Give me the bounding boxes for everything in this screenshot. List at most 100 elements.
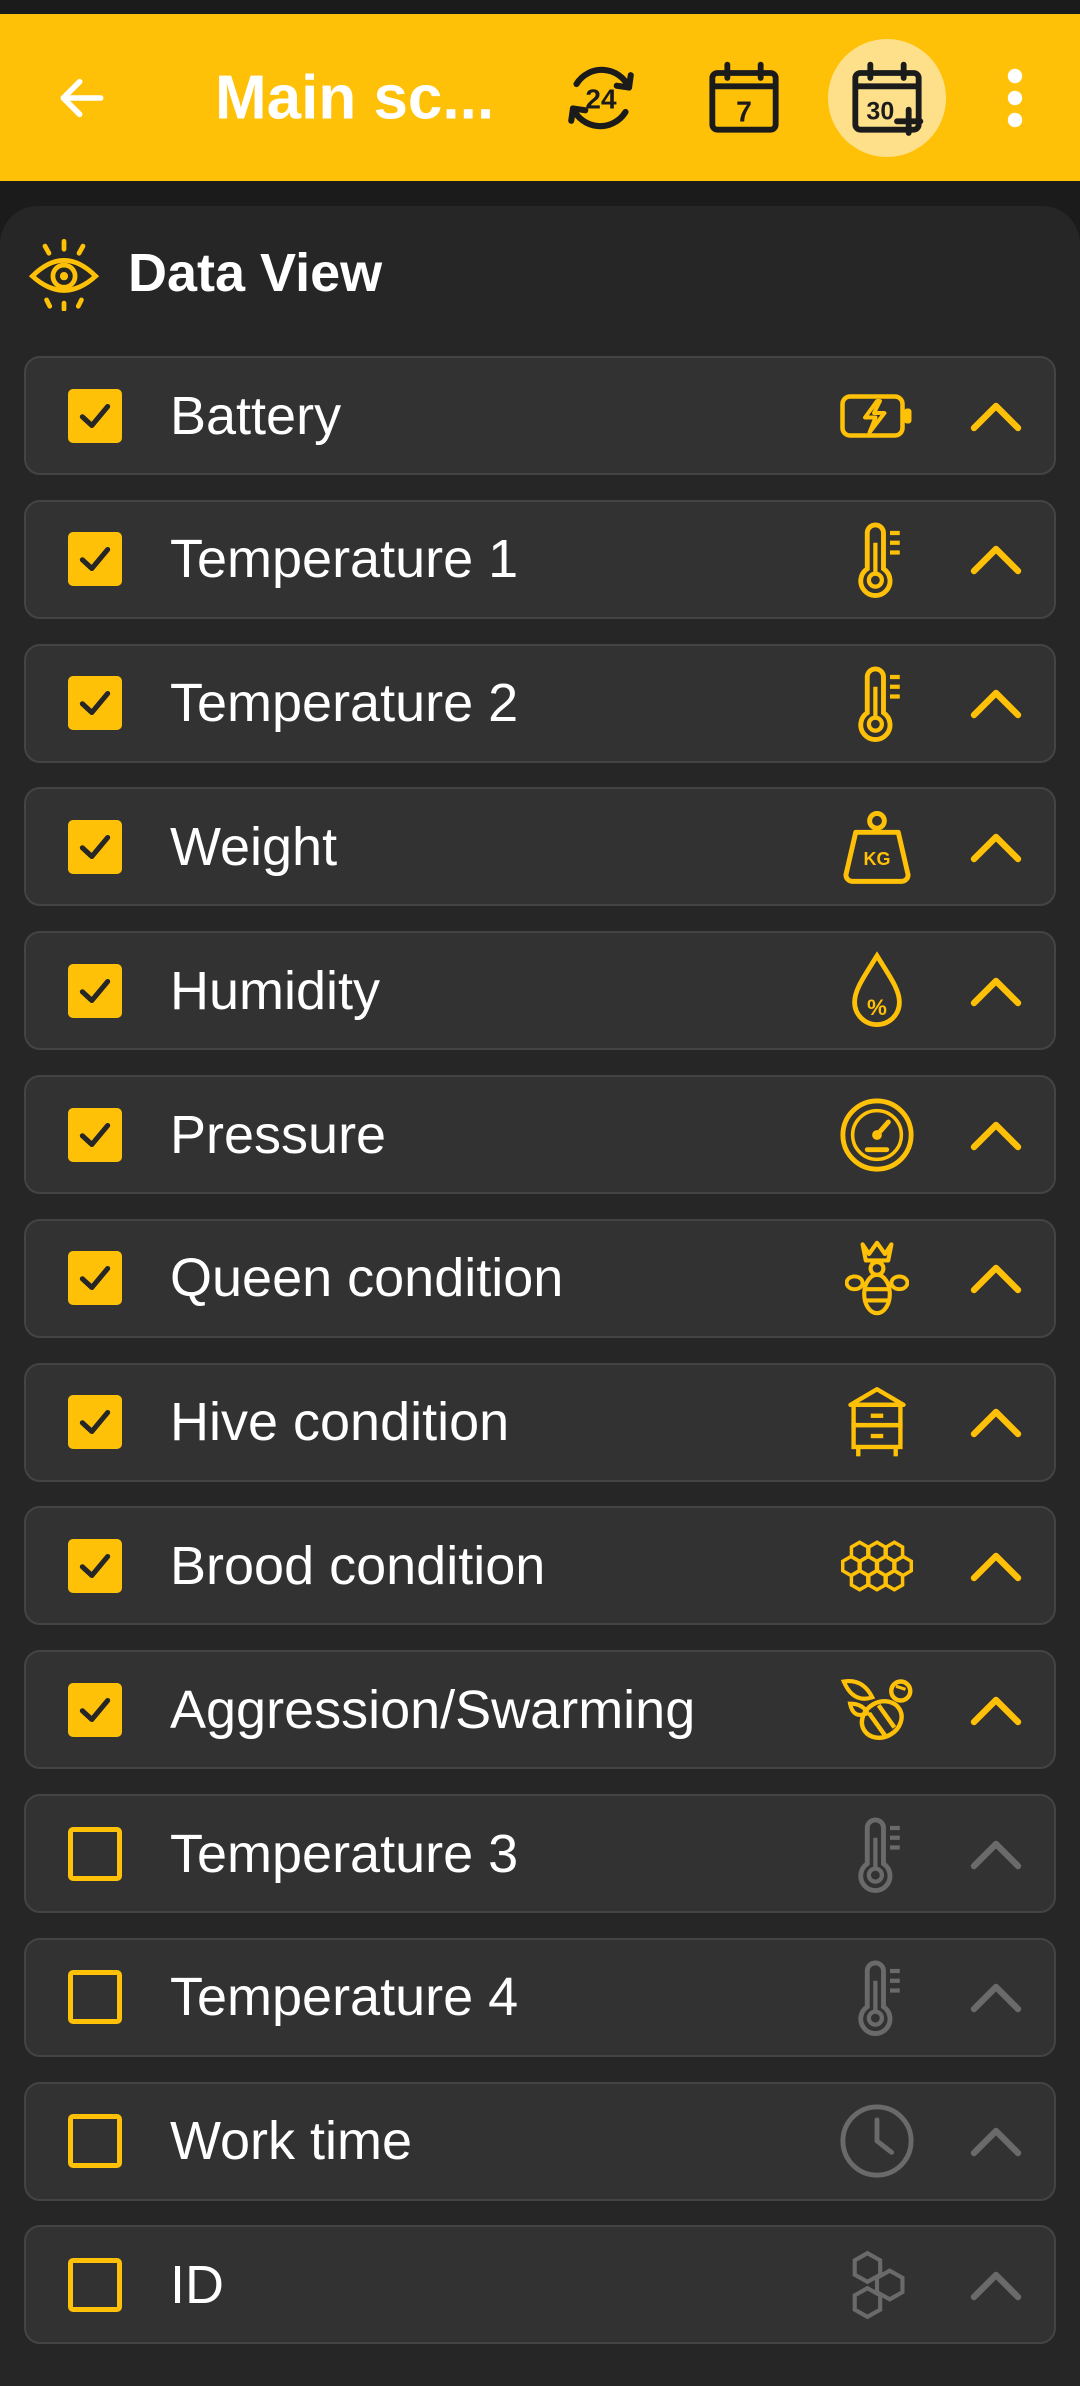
checkbox[interactable] xyxy=(68,1538,122,1593)
data-item-row[interactable]: Aggression/Swarming xyxy=(24,1650,1056,1770)
queen-bee-icon xyxy=(836,1237,918,1319)
svg-text:7: 7 xyxy=(736,96,752,128)
panel-header: Data View xyxy=(26,228,382,318)
data-item-row[interactable]: Battery xyxy=(24,356,1056,475)
status-bar xyxy=(0,0,1080,14)
refresh-24-icon: 24 xyxy=(568,66,634,129)
checkmark-icon xyxy=(79,1553,111,1578)
range-24h-button[interactable]: 24 xyxy=(542,39,660,157)
chevron-up-icon[interactable] xyxy=(966,683,1026,723)
range-7d-button[interactable]: 7 xyxy=(685,39,803,157)
data-item-row[interactable]: Work time xyxy=(24,2081,1056,2201)
data-item-label: Battery xyxy=(170,385,342,446)
screen-title: Main sc... xyxy=(215,63,495,132)
chevron-up-icon[interactable] xyxy=(966,1977,1026,2017)
chevron-up-icon[interactable] xyxy=(966,1690,1026,1730)
overflow-menu-button[interactable] xyxy=(985,48,1045,148)
checkbox[interactable] xyxy=(68,388,122,443)
chevron-up-icon[interactable] xyxy=(966,1402,1026,1442)
honeycomb-icon xyxy=(836,1525,918,1607)
thermometer-icon xyxy=(836,518,918,600)
data-item-label: Temperature 2 xyxy=(170,673,519,734)
thermometer-icon xyxy=(836,1956,918,2038)
chevron-up-icon[interactable] xyxy=(966,1834,1026,1874)
data-item-row[interactable]: ID xyxy=(24,2225,1056,2345)
data-item-row[interactable]: Queen condition xyxy=(24,1218,1056,1338)
checkbox[interactable] xyxy=(68,963,122,1018)
svg-text:24: 24 xyxy=(585,83,617,114)
chevron-up-icon[interactable] xyxy=(966,1546,1026,1586)
checkbox[interactable] xyxy=(68,676,122,731)
clock-icon xyxy=(836,2100,918,2182)
range-30d-button[interactable]: 30 xyxy=(828,38,946,157)
checkmark-icon xyxy=(79,547,111,572)
data-item-label: Hive condition xyxy=(170,1392,510,1453)
checkmark-icon xyxy=(79,1697,111,1722)
checkmark-icon xyxy=(79,1266,111,1291)
svg-text:KG: KG xyxy=(864,849,891,869)
data-view-panel: Data View Battery Temperature 1 Temperatur… xyxy=(0,206,1080,2386)
data-item-row[interactable]: Temperature 2 xyxy=(24,643,1056,763)
panel-title: Data View xyxy=(128,243,383,303)
checkbox[interactable] xyxy=(68,1682,122,1737)
checkbox[interactable] xyxy=(68,1395,122,1450)
checkbox[interactable] xyxy=(68,1251,122,1306)
data-item-label: Weight xyxy=(170,816,338,877)
more-vertical-icon xyxy=(1007,68,1023,127)
back-button[interactable] xyxy=(42,58,122,138)
data-item-row[interactable]: Brood condition xyxy=(24,1506,1056,1626)
eye-icon xyxy=(28,238,100,311)
data-item-row[interactable]: Temperature 4 xyxy=(24,1937,1056,2057)
data-item-row[interactable]: Temperature 1 xyxy=(24,499,1056,619)
data-item-row[interactable]: Humidity% xyxy=(24,931,1056,1051)
chevron-up-icon[interactable] xyxy=(966,971,1026,1011)
data-item-label: Pressure xyxy=(170,1104,387,1165)
checkmark-icon xyxy=(79,1122,111,1147)
checkbox[interactable] xyxy=(68,1107,122,1162)
checkmark-icon xyxy=(79,1410,111,1435)
data-item-label: Brood condition xyxy=(170,1535,546,1596)
data-item-label: Temperature 3 xyxy=(170,1823,519,1884)
data-item-label: Humidity xyxy=(170,960,381,1021)
chevron-up-icon[interactable] xyxy=(966,1115,1026,1155)
data-item-label: Work time xyxy=(170,2111,413,2172)
chevron-up-icon[interactable] xyxy=(966,827,1026,867)
data-item-row[interactable]: Temperature 3 xyxy=(24,1794,1056,1913)
checkmark-icon xyxy=(79,834,111,859)
thermometer-icon xyxy=(836,1813,918,1895)
data-item-label: Queen condition xyxy=(170,1248,564,1309)
chevron-up-icon[interactable] xyxy=(966,2265,1026,2305)
calendar-7-icon: 7 xyxy=(709,61,779,133)
top-app-bar: Main sc... 24 7 30 xyxy=(0,14,1080,181)
weight-icon: KG xyxy=(836,806,918,888)
checkbox[interactable] xyxy=(68,532,122,587)
data-item-row[interactable]: Pressure xyxy=(24,1075,1056,1194)
calendar-30-plus-icon: 30 xyxy=(852,61,924,136)
checkbox[interactable] xyxy=(68,2257,122,2312)
humidity-icon: % xyxy=(836,950,918,1032)
beehive-icon xyxy=(836,1381,918,1463)
chevron-up-icon[interactable] xyxy=(966,1258,1026,1298)
pressure-gauge-icon xyxy=(836,1094,918,1176)
chevron-up-icon[interactable] xyxy=(966,539,1026,579)
hexagons-icon xyxy=(836,2244,918,2326)
thermometer-icon xyxy=(836,662,918,744)
angry-bee-icon xyxy=(836,1669,918,1751)
data-item-row[interactable]: Weight KG xyxy=(24,787,1056,907)
checkbox[interactable] xyxy=(68,2114,122,2169)
checkbox[interactable] xyxy=(68,1826,122,1881)
battery-icon xyxy=(836,375,918,457)
checkbox[interactable] xyxy=(68,819,122,874)
chevron-up-icon[interactable] xyxy=(966,396,1026,436)
data-item-label: Temperature 4 xyxy=(170,1967,519,2028)
checkbox[interactable] xyxy=(68,1970,122,2025)
chevron-up-icon[interactable] xyxy=(966,2121,1026,2161)
data-item-label: Aggression/Swarming xyxy=(170,1679,696,1740)
checkmark-icon xyxy=(79,403,111,428)
data-item-label: ID xyxy=(170,2254,224,2315)
checkmark-icon xyxy=(79,978,111,1003)
checkmark-icon xyxy=(79,691,111,716)
svg-text:%: % xyxy=(867,995,887,1020)
data-item-row[interactable]: Hive condition xyxy=(24,1362,1056,1482)
arrow-left-icon xyxy=(60,78,104,117)
